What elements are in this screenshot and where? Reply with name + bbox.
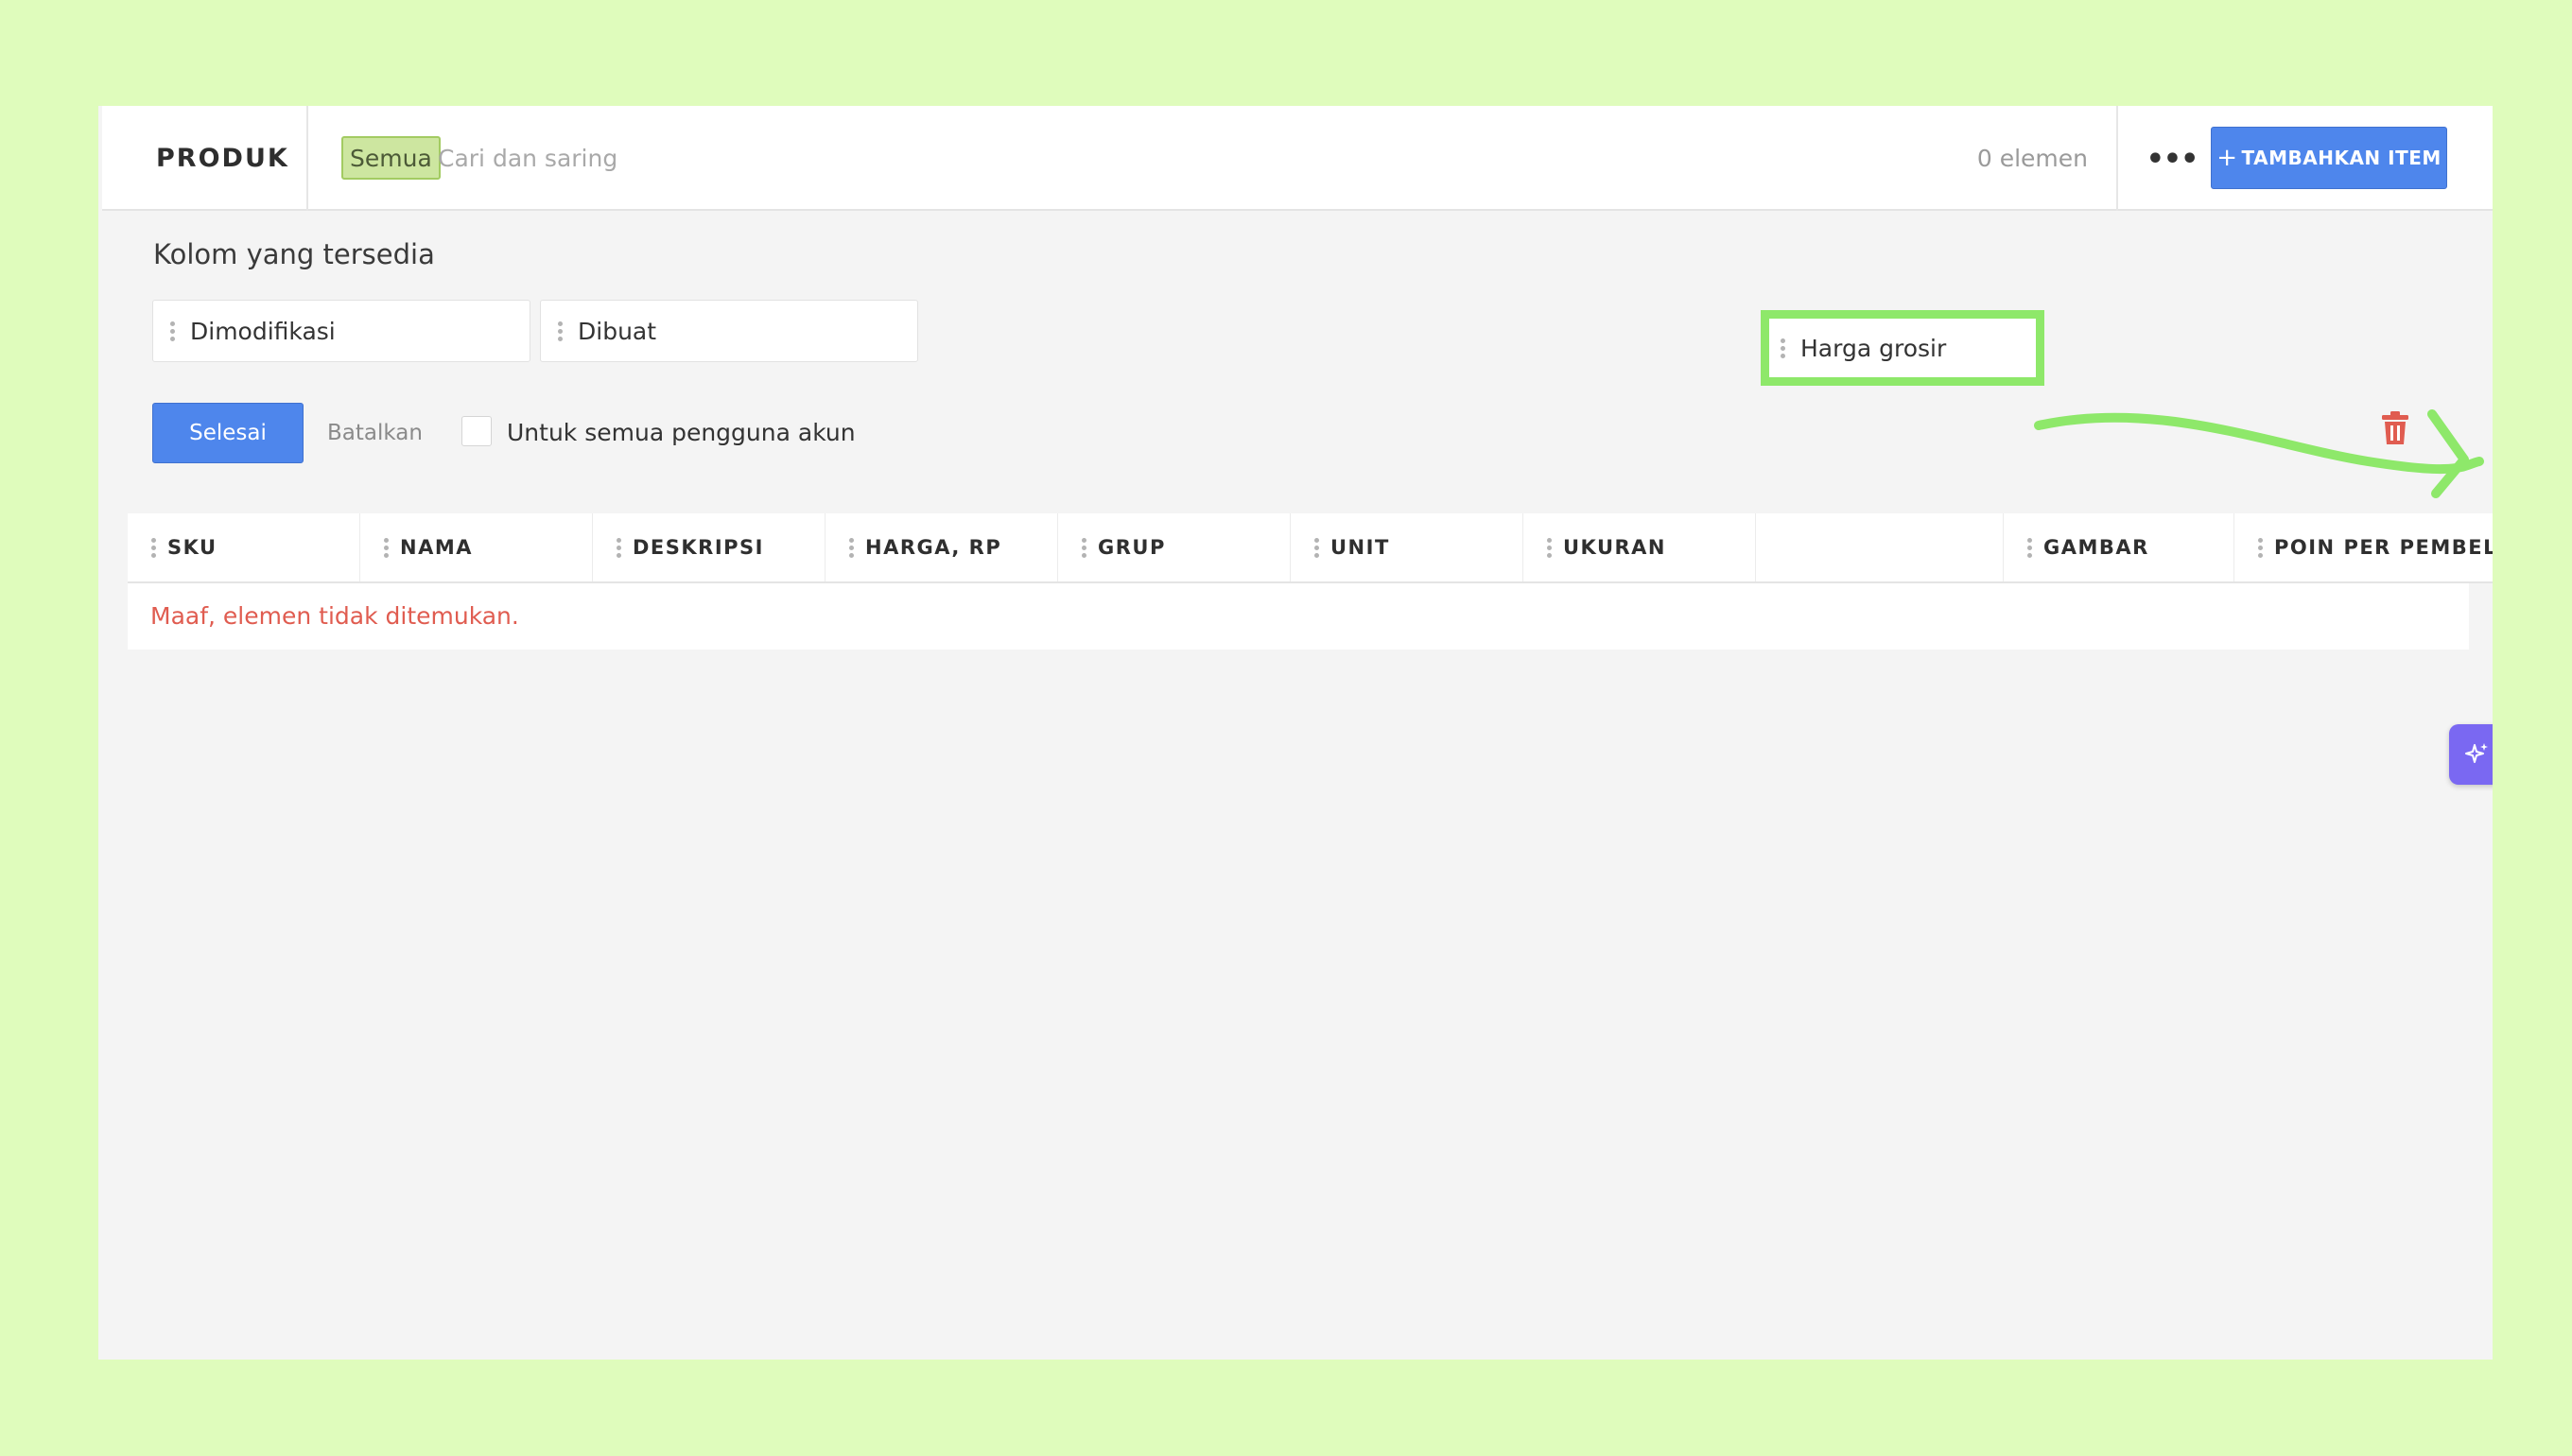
table-header: SKU NAMA DESKRIPSI HARGA, RP GRUP UNIT U… [128,513,2493,583]
drag-handle-icon [1082,537,1086,558]
column-header-ukuran[interactable]: UKURAN [1523,513,1756,581]
drag-handle-icon [384,537,389,558]
drag-handle-icon [2027,537,2032,558]
app-window: PRODUK Semua 0 elemen ••• + TAMBAHKAN IT… [98,106,2493,1360]
drag-handle-icon [617,537,621,558]
column-header-gambar[interactable]: GAMBAR [2004,513,2234,581]
page-title: PRODUK [156,144,289,173]
available-column-chip[interactable]: Dibuat [540,300,918,362]
divider [306,106,308,211]
search-input[interactable] [438,136,1024,180]
ellipsis-icon: ••• [2146,142,2199,176]
column-chip-label: Harga grosir [1800,334,1947,362]
column-header-unit[interactable]: UNIT [1291,513,1523,581]
column-header-drop-slot[interactable] [1756,513,2004,581]
drag-handle-icon [1547,537,1552,558]
column-header-deskripsi[interactable]: DESKRIPSI [593,513,825,581]
available-column-chip[interactable]: Dimodifikasi [152,300,530,362]
assistant-button[interactable] [2449,724,2493,785]
column-chip-label: Dibuat [578,317,657,345]
column-chip-label: Dimodifikasi [190,317,336,345]
column-header-nama[interactable]: NAMA [360,513,593,581]
available-columns-title: Kolom yang tersedia [153,238,435,270]
column-header-harga[interactable]: HARGA, RP [825,513,1058,581]
annotation-arrow [2034,409,2484,498]
drag-handle-icon [2258,537,2263,558]
add-item-button[interactable]: + TAMBAHKAN ITEM [2211,127,2447,189]
drag-handle-icon [170,321,175,341]
empty-state-message: Maaf, elemen tidak ditemukan. [150,602,519,630]
add-item-label: TAMBAHKAN ITEM [2241,147,2442,169]
drag-handle-icon [849,537,854,558]
table-body: Maaf, elemen tidak ditemukan. [128,583,2469,650]
top-bar: PRODUK Semua 0 elemen ••• + TAMBAHKAN IT… [102,106,2493,211]
plus-icon: + [2216,144,2238,172]
all-users-label: Untuk semua pengguna akun [507,419,856,446]
all-users-checkbox[interactable] [461,416,492,446]
cancel-link[interactable]: Batalkan [327,403,423,463]
drag-handle-icon [1781,338,1785,358]
drag-handle-icon [558,321,563,341]
done-button[interactable]: Selesai [152,403,304,463]
item-count: 0 elemen [1976,145,2088,172]
divider [2116,106,2118,211]
column-header-sku[interactable]: SKU [128,513,360,581]
column-header-grup[interactable]: GRUP [1058,513,1291,581]
more-options-button[interactable]: ••• [2146,140,2199,178]
sparkle-icon [2465,743,2488,763]
column-header-poin[interactable]: POIN PER PEMBEL [2234,513,2493,581]
filter-tag-all[interactable]: Semua [341,136,441,180]
drag-handle-icon [151,537,156,558]
drag-handle-icon [1314,537,1319,558]
trash-icon[interactable] [2379,410,2411,446]
dragging-column-chip[interactable]: Harga grosir [1761,310,2044,386]
